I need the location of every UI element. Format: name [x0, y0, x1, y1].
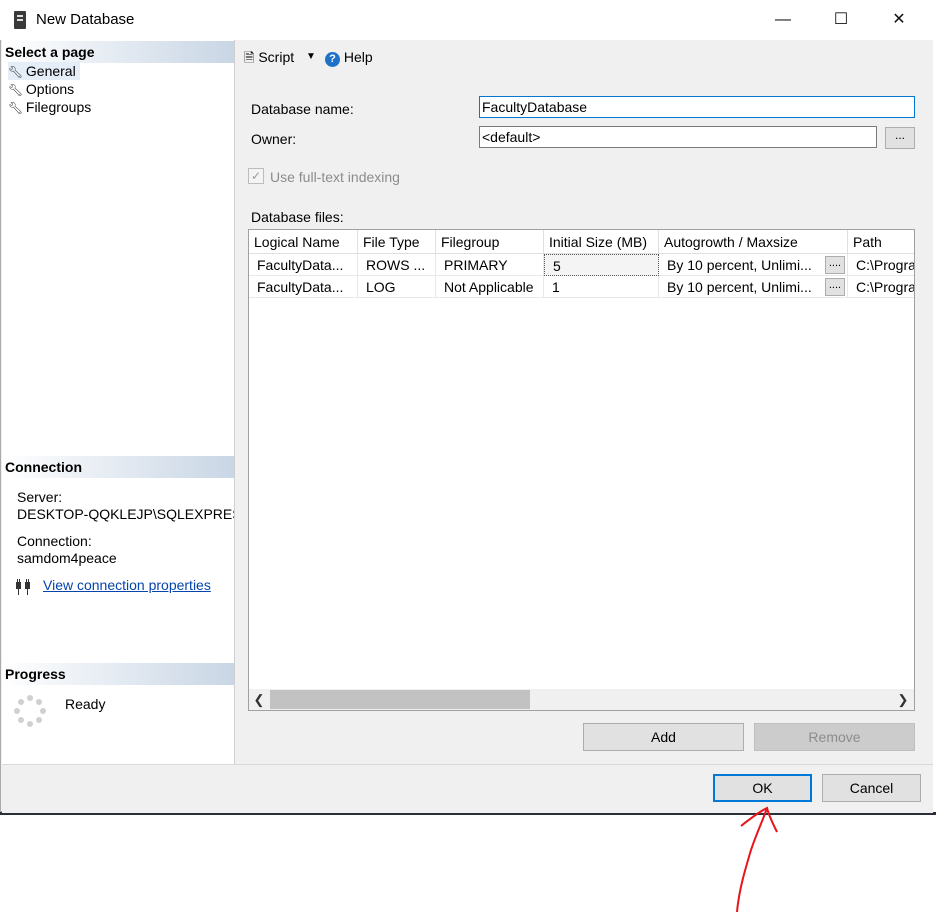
scrollbar-thumb[interactable] [270, 690, 530, 709]
left-pane: Select a page 🔧︎ General 🔧︎ Options 🔧︎ F… [2, 40, 235, 764]
script-label: Script [258, 49, 295, 65]
help-button[interactable]: ? Help [325, 48, 373, 67]
view-connection-properties-link[interactable]: View connection properties [43, 577, 211, 593]
ok-button[interactable]: OK [713, 774, 812, 802]
table-cell[interactable]: C:\Progra [848, 276, 914, 298]
autogrowth-browse-button[interactable]: .... [825, 256, 845, 274]
wrench-icon: 🔧︎ [8, 83, 24, 97]
autogrowth-browse-button[interactable]: .... [825, 278, 845, 296]
owner-input[interactable]: <default> [479, 126, 877, 148]
scroll-right-icon[interactable]: ❯ [895, 691, 911, 709]
progress-status: Ready [65, 696, 106, 712]
maximize-button[interactable]: ☐ [812, 0, 870, 40]
database-name-input[interactable]: FacultyDatabase [479, 96, 915, 118]
title-bar[interactable]: New Database — ☐ ✕ [0, 0, 933, 40]
progress-header: Progress [2, 663, 234, 685]
page-item-filegroups[interactable]: 🔧︎ Filegroups [8, 98, 91, 116]
server-label: Server: [17, 489, 63, 505]
table-cell[interactable]: FacultyData... [249, 276, 358, 298]
server-value: DESKTOP-QQKLEJP\SQLEXPRESS [17, 506, 234, 522]
minimize-button[interactable]: — [754, 0, 812, 40]
page-item-label: Options [25, 81, 75, 97]
column-header-logical-name[interactable]: Logical Name [249, 230, 358, 254]
table-cell[interactable]: 1 [544, 276, 659, 298]
table-cell[interactable]: By 10 percent, Unlimi... [659, 276, 848, 298]
table-cell[interactable]: PRIMARY [436, 254, 544, 276]
help-icon: ? [325, 52, 340, 67]
remove-button[interactable]: Remove [754, 723, 915, 751]
column-header-path[interactable]: Path [848, 230, 914, 254]
toolbar: 🗎︎ Script ▼ ? Help [235, 40, 933, 74]
table-cell[interactable]: C:\Progra [848, 254, 914, 276]
wrench-icon: 🔧︎ [8, 65, 24, 79]
connection-header: Connection [2, 456, 234, 478]
column-header-initial-size[interactable]: Initial Size (MB) [544, 230, 659, 254]
help-label: Help [343, 49, 373, 65]
autogrowth-value: By 10 percent, Unlimi... [667, 279, 812, 295]
script-button[interactable]: 🗎︎ Script [244, 48, 294, 67]
page-item-label: Filegroups [25, 99, 92, 115]
script-icon: 🗎︎ [244, 50, 255, 65]
close-button[interactable]: ✕ [870, 0, 928, 40]
select-page-header: Select a page [2, 41, 234, 63]
fulltext-indexing-label: Use full-text indexing [270, 169, 400, 185]
owner-label: Owner: [251, 131, 297, 147]
progress-spinner-icon [14, 695, 46, 727]
database-files-grid[interactable]: Logical Name File Type Filegroup Initial… [248, 229, 915, 711]
window-title: New Database [36, 11, 135, 28]
table-cell[interactable]: Not Applicable [436, 276, 544, 298]
column-header-filegroup[interactable]: Filegroup [436, 230, 544, 254]
page-item-label: General [25, 63, 76, 79]
table-cell[interactable]: FacultyData... [249, 254, 358, 276]
page-item-options[interactable]: 🔧︎ Options [8, 80, 74, 98]
initial-size-input[interactable]: 5 [544, 254, 659, 276]
connection-properties-icon [14, 578, 36, 596]
column-header-file-type[interactable]: File Type [358, 230, 436, 254]
database-server-icon [14, 11, 26, 29]
script-dropdown-arrow-icon[interactable]: ▼ [306, 48, 316, 66]
scroll-left-icon[interactable]: ❮ [251, 691, 267, 709]
table-cell[interactable]: By 10 percent, Unlimi... [659, 254, 848, 276]
add-button[interactable]: Add [583, 723, 744, 751]
table-cell[interactable]: ROWS ... [358, 254, 436, 276]
column-header-autogrowth[interactable]: Autogrowth / Maxsize [659, 230, 848, 254]
autogrowth-value: By 10 percent, Unlimi... [667, 257, 812, 273]
connection-label: Connection: [17, 533, 92, 549]
page-item-general[interactable]: 🔧︎ General [8, 62, 80, 80]
annotation-arrow [736, 806, 778, 913]
cancel-button[interactable]: Cancel [822, 774, 921, 802]
wrench-icon: 🔧︎ [8, 101, 24, 115]
database-name-label: Database name: [251, 101, 354, 117]
table-cell[interactable]: LOG [358, 276, 436, 298]
fulltext-indexing-checkbox[interactable]: ✓ [248, 168, 264, 184]
owner-browse-button[interactable]: ... [885, 127, 915, 149]
connection-value: samdom4peace [17, 550, 117, 566]
database-files-label: Database files: [251, 209, 344, 225]
